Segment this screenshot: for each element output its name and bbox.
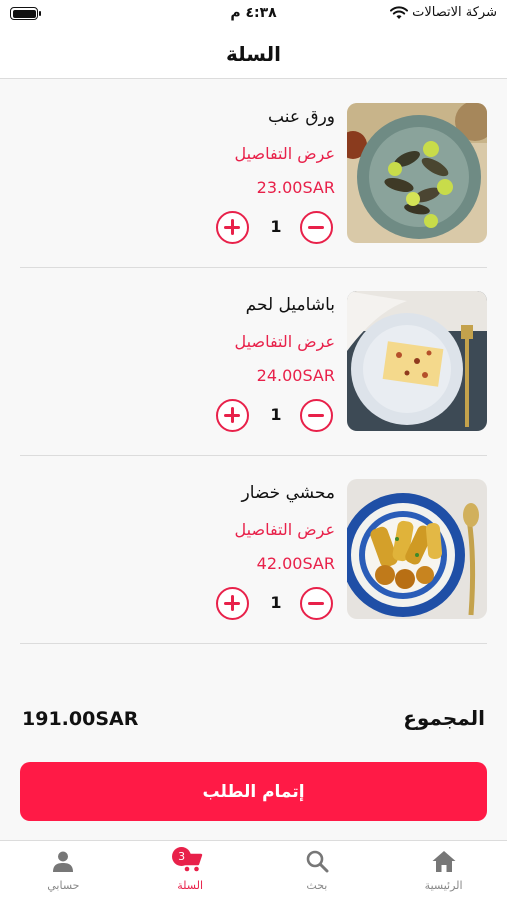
item-quantity: 1 xyxy=(270,593,282,612)
tab-bar: حسابي 3 السلة بحث الرئيسية xyxy=(0,840,507,900)
checkout-button[interactable]: إتمام الطلب xyxy=(20,762,487,821)
item-name: ورق عنب xyxy=(268,107,335,127)
search-icon xyxy=(306,850,329,873)
item-name: محشي خضار xyxy=(241,483,335,503)
tab-search[interactable]: بحث xyxy=(254,841,381,900)
view-details-link[interactable]: عرض التفاصيل xyxy=(235,144,335,163)
increase-quantity-button[interactable] xyxy=(216,587,249,620)
increase-quantity-button[interactable] xyxy=(216,399,249,432)
tab-account[interactable]: حسابي xyxy=(0,841,127,900)
person-icon xyxy=(53,851,74,872)
item-quantity: 1 xyxy=(270,405,282,424)
carrier-name: شركة الاتصالات xyxy=(412,5,497,20)
item-price: 23.00SAR xyxy=(256,178,335,197)
decrease-quantity-button[interactable] xyxy=(300,211,333,244)
total-amount: 191.00SAR xyxy=(22,708,139,730)
view-details-link[interactable]: عرض التفاصيل xyxy=(235,520,335,539)
cart-item: باشاميل لحم عرض التفاصيل 24.00SAR 1 xyxy=(20,268,487,456)
item-price: 42.00SAR xyxy=(256,554,335,573)
wifi-icon xyxy=(390,5,409,19)
total-row: 191.00SAR المجموع xyxy=(20,706,487,736)
food-image[interactable] xyxy=(347,479,487,619)
cart-item: محشي خضار عرض التفاصيل 42.00SAR 1 xyxy=(20,456,487,644)
food-image[interactable] xyxy=(347,291,487,431)
tab-cart[interactable]: 3 السلة xyxy=(127,841,254,900)
total-label: المجموع xyxy=(403,706,485,730)
cart-item: ورق عنب عرض التفاصيل 23.00SAR 1 xyxy=(20,80,487,268)
carrier-info: شركة الاتصالات xyxy=(390,5,497,20)
cart-count-badge: 3 xyxy=(172,847,192,866)
item-quantity: 1 xyxy=(270,217,282,236)
tab-home[interactable]: الرئيسية xyxy=(380,841,507,900)
food-image[interactable] xyxy=(347,103,487,243)
tab-label: بحث xyxy=(306,879,328,892)
item-price: 24.00SAR xyxy=(256,366,335,385)
page-header: السلة xyxy=(0,30,507,79)
home-icon xyxy=(432,851,456,872)
item-name: باشاميل لحم xyxy=(245,295,335,315)
view-details-link[interactable]: عرض التفاصيل xyxy=(235,332,335,351)
decrease-quantity-button[interactable] xyxy=(300,587,333,620)
decrease-quantity-button[interactable] xyxy=(300,399,333,432)
tab-label: الرئيسية xyxy=(424,879,463,892)
page-title: السلة xyxy=(225,42,281,66)
tab-label: حسابي xyxy=(47,879,80,892)
tab-label: السلة xyxy=(177,879,203,892)
status-bar: ٤:٣٨ م شركة الاتصالات xyxy=(0,0,507,30)
increase-quantity-button[interactable] xyxy=(216,211,249,244)
